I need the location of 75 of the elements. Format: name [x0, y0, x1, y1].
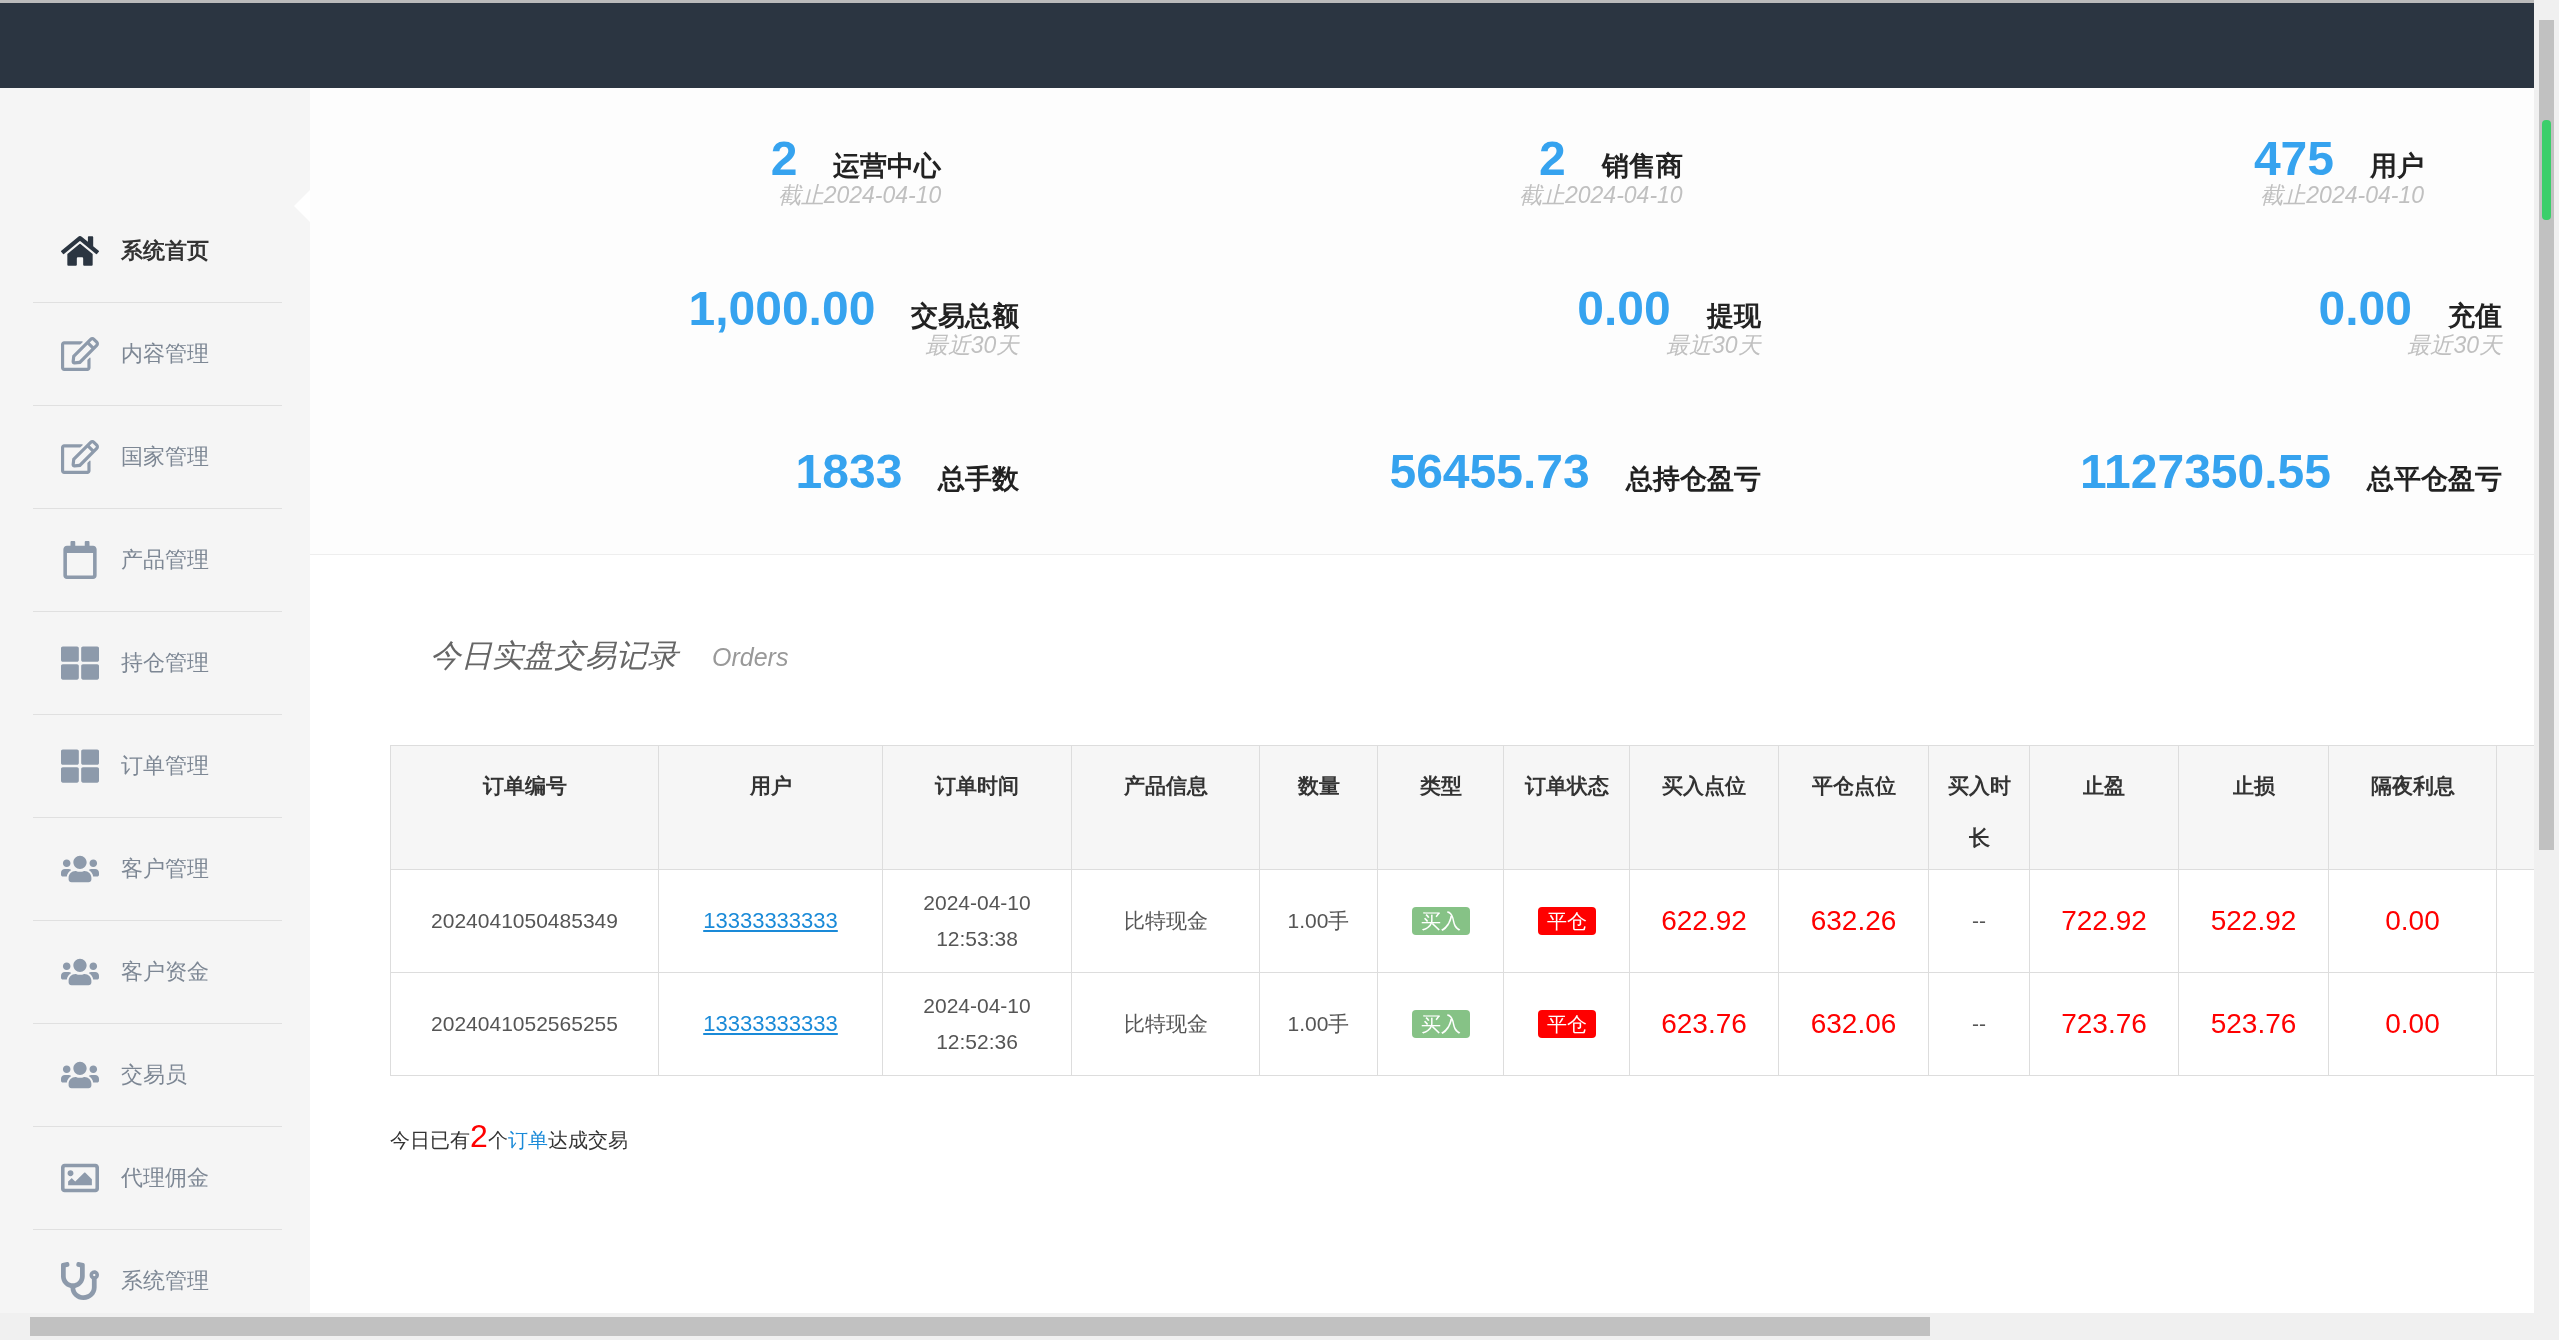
vertical-scrollbar[interactable] — [2534, 0, 2559, 1313]
column-header: 止损 — [2178, 745, 2329, 870]
table-cell: 722.92 — [2061, 905, 2147, 936]
stat-label: 提现 — [1706, 300, 1761, 333]
stat-label: 充值 — [2448, 300, 2502, 333]
stat-label: 总持仓盈亏 — [1625, 462, 1761, 496]
sidebar-item[interactable]: 内容管理 — [33, 303, 282, 406]
sidebar-item[interactable]: 客户资金 — [33, 921, 282, 1024]
type-badge: 买入 — [1411, 1009, 1470, 1038]
table-cell: 2024-04-10 12:53:38 — [923, 891, 1031, 950]
stat-label: 总平仓盈亏 — [2367, 462, 2502, 496]
column-header: 订单时间 — [882, 745, 1072, 870]
table-cell: 2024041052565255 — [431, 1012, 618, 1035]
orders-link[interactable]: 订单 — [507, 1129, 548, 1151]
table-cell: 632.06 — [1810, 1008, 1897, 1039]
column-header: 订单状态 — [1503, 745, 1630, 870]
user-link[interactable]: 13333333333 — [703, 908, 838, 933]
table-cell: 比特现金 — [1123, 1012, 1208, 1035]
stat-value: 56455.73 — [1389, 443, 1590, 499]
table-cell: 1.00手 — [1287, 1012, 1350, 1035]
sidebar-item[interactable]: 产品管理 — [33, 509, 282, 612]
table-cell: 2024041050485349 — [431, 909, 618, 932]
table-cell: 622.92 — [1661, 905, 1747, 936]
column-header: 买入时长 — [1928, 745, 2030, 870]
table-cell: 2024-04-10 12:52:36 — [923, 994, 1031, 1053]
stat-label: 总手数 — [938, 462, 1020, 496]
horizontal-scrollbar[interactable] — [0, 1313, 2559, 1340]
column-header: 平仓点位 — [1778, 745, 1929, 870]
column-header: 隔夜利息 — [2328, 745, 2497, 870]
sidebar-item[interactable]: 代理佣金 — [33, 1127, 282, 1230]
column-header: 用户 — [658, 745, 883, 870]
stethoscope-icon — [61, 1262, 99, 1300]
grid-icon — [61, 747, 99, 785]
edit-icon — [61, 438, 99, 476]
column-header: 产品信息 — [1071, 745, 1260, 870]
table-cell: -- — [1972, 1012, 1986, 1035]
column-header: 止盈 — [2029, 745, 2179, 870]
table-cell: 522.92 — [2210, 905, 2297, 936]
table-cell: 723.76 — [2061, 1008, 2147, 1039]
stat-label: 销售商 — [1601, 150, 1683, 183]
table-cell: 632.26 — [1810, 905, 1897, 936]
column-header: 订单编号 — [390, 745, 659, 870]
column-header: 数量 — [1259, 745, 1378, 870]
table-cell: 1.00手 — [1287, 909, 1350, 932]
status-badge: 平仓 — [1537, 906, 1596, 935]
type-badge: 买入 — [1411, 906, 1470, 935]
stat-value: 1127350.55 — [2080, 443, 2331, 499]
table-cell: 比特现金 — [1123, 909, 1208, 932]
grid-icon — [61, 644, 99, 682]
sidebar-item[interactable]: 订单管理 — [33, 715, 282, 818]
stat-value: 1833 — [795, 443, 903, 499]
stat-note: 最近30天 — [924, 331, 1020, 360]
table-cell: 0.00 — [2385, 905, 2440, 936]
section-title: 今日实盘交易记录 — [430, 637, 678, 675]
table-cell: 623.76 — [1661, 1008, 1747, 1039]
table-cell: 0.00 — [2385, 1008, 2440, 1039]
sidebar-item[interactable]: 系统首页 — [33, 200, 282, 303]
stat-label: 运营中心 — [833, 150, 942, 183]
stat-value: 1,000.00 — [688, 281, 876, 336]
calendar-icon — [61, 541, 99, 579]
section-subtitle: Orders — [712, 643, 789, 672]
stat-label: 用户 — [2370, 150, 2424, 183]
stat-label: 交易总额 — [911, 300, 1020, 333]
summary-text: 今日已有2个订单达成交易 — [390, 1118, 629, 1155]
user-link[interactable]: 13333333333 — [703, 1011, 838, 1036]
sidebar-item[interactable]: 交易员 — [33, 1024, 282, 1127]
column-header: 类型 — [1377, 745, 1504, 870]
column-header: 买入点位 — [1629, 745, 1779, 870]
status-badge: 平仓 — [1537, 1009, 1596, 1038]
sidebar-item[interactable]: 持仓管理 — [33, 612, 282, 715]
sidebar-item[interactable]: 国家管理 — [33, 406, 282, 509]
table-cell: 523.76 — [2210, 1008, 2297, 1039]
sidebar-item[interactable]: 客户管理 — [33, 818, 282, 921]
edit-icon — [61, 335, 99, 373]
table-cell: -- — [1972, 909, 1986, 932]
